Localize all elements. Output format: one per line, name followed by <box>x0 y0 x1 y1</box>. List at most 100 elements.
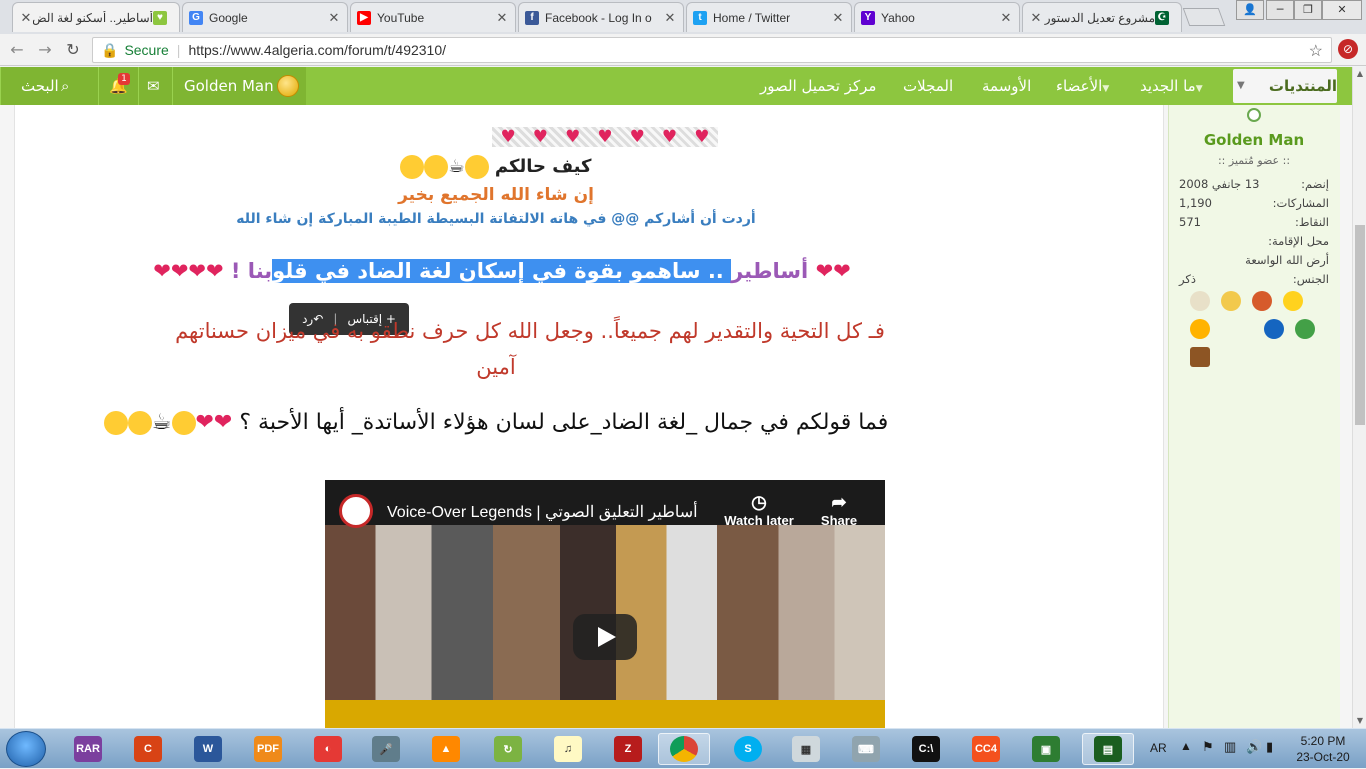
nav-label: ما الجديد <box>1140 77 1196 95</box>
play-button[interactable] <box>573 614 637 660</box>
sidebar-username[interactable]: Golden Man <box>1169 131 1339 149</box>
trophy-icon[interactable] <box>1221 291 1242 311</box>
channel-microphone-icon[interactable] <box>339 494 373 528</box>
search-button[interactable]: البحث ⌕ <box>0 67 98 105</box>
word-icon: W <box>194 736 222 762</box>
points-value[interactable]: 571 <box>1179 215 1201 229</box>
nav-forums[interactable]: ▼ المنتديات <box>1233 69 1337 103</box>
address-bar[interactable]: 🔒 Secure | https://www.4algeria.com/foru… <box>92 37 1332 63</box>
trophy-icon[interactable] <box>1190 319 1210 339</box>
taskbar-pdf[interactable]: PDF <box>242 733 294 765</box>
tab-forum[interactable]: ♥ أساطير.. أسكنو لغة الض (1) ✕ <box>12 2 180 32</box>
nav-magazines[interactable]: المجلات <box>903 67 953 105</box>
new-tab-button[interactable] <box>1182 8 1226 26</box>
scrollbar-thumb[interactable] <box>1355 225 1365 425</box>
taskbar-monitor[interactable]: ▣ <box>1020 733 1072 765</box>
title-selected[interactable]: .. ساهمو بقوة في إسكان لغة الضاد في قلو <box>272 259 732 283</box>
taskbar-calculator[interactable]: ▦ <box>780 733 832 765</box>
taskbar-filezilla[interactable]: Z <box>602 733 654 765</box>
taskbar-audio-editor[interactable]: ♫ <box>542 733 594 765</box>
chevron-down-icon[interactable]: ▼ <box>1237 69 1245 103</box>
volume-icon[interactable]: 🔊 <box>1246 739 1262 755</box>
watch-later-label: Watch later <box>724 513 794 528</box>
action-center-icon[interactable]: ⚑ <box>1202 739 1214 755</box>
network-icon[interactable]: ▥ <box>1224 739 1236 755</box>
close-tab-icon[interactable]: ✕ <box>831 10 845 26</box>
close-tab-icon[interactable]: ✕ <box>1029 10 1043 26</box>
heart-icon: ♥ <box>629 127 645 147</box>
taskbar-picasa[interactable]: ◐ <box>302 733 354 765</box>
share-button[interactable]: ➦ Share <box>813 492 865 528</box>
taskbar-recorder[interactable]: 🎤 <box>360 733 412 765</box>
taskbar-winrar[interactable]: RAR <box>62 733 114 765</box>
joined-label: إنضم: <box>1301 177 1329 191</box>
trophy-icon[interactable] <box>1252 291 1273 311</box>
extension-icon[interactable]: ⊘ <box>1338 39 1358 59</box>
user-menu[interactable]: Golden Man <box>172 67 306 105</box>
restore-icon[interactable]: ❐ <box>1294 0 1322 20</box>
taskbar-ccleaner[interactable]: C <box>122 733 174 765</box>
scroll-up-icon[interactable]: ▲ <box>1353 67 1366 81</box>
close-tab-icon[interactable]: ✕ <box>999 10 1013 26</box>
tab-title: Google <box>209 10 248 25</box>
scroll-down-icon[interactable]: ▼ <box>1353 714 1366 728</box>
tab-yahoo[interactable]: Y Yahoo ✕ <box>854 2 1020 32</box>
close-tab-icon[interactable]: ✕ <box>19 10 33 26</box>
chevron-down-icon[interactable]: ▼ <box>1102 84 1109 94</box>
bookmark-star-icon[interactable]: ☆ <box>1309 41 1323 61</box>
tab-constitution[interactable]: ☪ مشروع تعديل الدستور 20 ✕ <box>1022 2 1182 32</box>
youtube-embed[interactable]: Voice-Over Legends | أساطير التعليق الصو… <box>325 480 885 728</box>
taskbar-skype[interactable]: S <box>722 733 774 765</box>
trophy-icon[interactable] <box>1190 291 1210 311</box>
clock[interactable]: 5:20 PM 23-Oct-20 <box>1288 733 1358 765</box>
user-profile-icon[interactable]: 👤 <box>1236 0 1264 20</box>
tab-facebook[interactable]: f Facebook - Log In o ✕ <box>518 2 684 32</box>
calculator-icon: ▦ <box>792 736 820 762</box>
taskbar-keyboard[interactable]: ⌨ <box>840 733 892 765</box>
taskbar-vlc[interactable]: ▲ <box>420 733 472 765</box>
close-tab-icon[interactable]: ✕ <box>663 10 677 26</box>
taskbar-cmd[interactable]: C:\ <box>900 733 952 765</box>
watch-later-button[interactable]: ◷ Watch later <box>723 492 795 528</box>
video-title[interactable]: Voice-Over Legends | أساطير التعليق الصو… <box>387 502 698 522</box>
taskbar-chrome[interactable] <box>658 733 710 765</box>
tab-title: Home / Twitter <box>713 10 791 25</box>
nav-medals[interactable]: الأوسمة <box>982 67 1031 105</box>
tab-google[interactable]: G Google ✕ <box>182 2 348 32</box>
alerts-button[interactable]: 🔔 <box>98 67 138 105</box>
reload-icon[interactable]: ↻ <box>62 39 84 61</box>
trophies <box>1187 289 1327 373</box>
minimize-icon[interactable]: ─ <box>1266 0 1294 20</box>
posts-value[interactable]: 1,190 <box>1179 196 1212 210</box>
taskbar-word[interactable]: W <box>182 733 234 765</box>
windows-taskbar: RAR C W PDF ◐ 🎤 ▲ ↻ ♫ Z S ▦ ⌨ C:\ CC4 ▣ … <box>0 728 1366 768</box>
language-indicator[interactable]: AR <box>1150 741 1167 755</box>
tray-expand-icon[interactable]: ▲ <box>1180 739 1192 753</box>
filezilla-icon: Z <box>614 736 642 762</box>
battery-icon[interactable]: ▮ <box>1266 739 1273 755</box>
page-scrollbar[interactable]: ▲ ▼ <box>1352 67 1366 728</box>
chevron-down-icon[interactable]: ▼ <box>1196 84 1203 94</box>
trophy-icon[interactable] <box>1283 291 1304 311</box>
window-close-icon[interactable]: ✕ <box>1322 0 1362 20</box>
inbox-button[interactable]: ✉ <box>138 67 172 105</box>
taskbar-network-monitor[interactable]: ▤ <box>1082 733 1134 765</box>
twitter-favicon-icon: t <box>693 10 707 25</box>
taskbar-refresh-app[interactable]: ↻ <box>482 733 534 765</box>
forward-icon[interactable]: → <box>34 39 56 61</box>
title-end: بنا ! <box>230 259 273 283</box>
nav-members[interactable]: ▼الأعضاء <box>1056 67 1114 105</box>
trophy-icon[interactable] <box>1295 319 1316 339</box>
tab-twitter[interactable]: t Home / Twitter ✕ <box>686 2 852 32</box>
close-tab-icon[interactable]: ✕ <box>495 10 509 26</box>
close-tab-icon[interactable]: ✕ <box>327 10 341 26</box>
taskbar-cc4[interactable]: CC4 <box>960 733 1012 765</box>
nav-upload-center[interactable]: مركز تحميل الصور <box>760 67 876 105</box>
tab-youtube[interactable]: ▶ YouTube ✕ <box>350 2 516 32</box>
trophy-icon[interactable] <box>1264 319 1285 339</box>
back-icon[interactable]: ← <box>6 39 28 61</box>
start-button[interactable] <box>6 731 46 767</box>
thumbnail-banner <box>325 700 885 728</box>
nav-whats-new[interactable]: ▼ما الجديد <box>1140 67 1208 105</box>
trophy-icon[interactable] <box>1190 347 1210 367</box>
